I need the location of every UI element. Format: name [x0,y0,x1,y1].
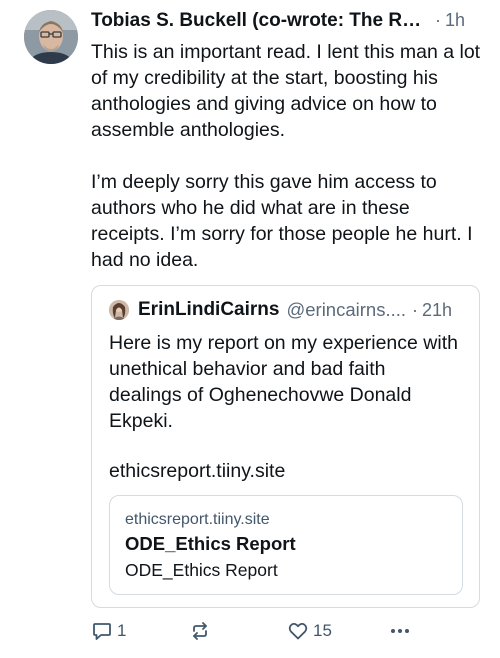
like-count: 15 [313,621,332,640]
more-options-button[interactable] [388,620,412,642]
repost-icon [193,622,207,640]
quoted-author-handle[interactable]: @erincairns.... [286,299,406,321]
more-icon [391,629,409,633]
link-domain: ethicsreport.tiiny.site [125,511,270,528]
quoted-author-avatar[interactable] [109,300,129,320]
link-title: ODE_Ethics Report [125,533,296,554]
quoted-post-header: ErinLindiCairns @erincairns.... · 21h [109,296,463,324]
quoted-post[interactable]: ErinLindiCairns @erincairns.... · 21h He… [91,285,480,608]
reply-button[interactable]: 1 [91,620,126,642]
like-button[interactable]: 15 [287,620,332,642]
post-paragraph: I’m deeply sorry this gave him access to… [91,171,473,271]
author-avatar[interactable] [24,10,78,64]
quoted-post-body: Here is my report on my experience with … [109,330,463,484]
reply-icon [93,623,111,640]
quoted-post-time: 21h [422,299,453,320]
repost-button[interactable] [189,620,215,642]
post[interactable]: Tobias S. Buckell (co-wrote: The Ru... ·… [91,10,482,273]
post-time[interactable]: 1h [445,10,465,31]
link-preview-card[interactable]: ethicsreport.tiiny.site ODE_Ethics Repor… [109,495,463,595]
quoted-paragraph: Here is my report on my experience with … [109,332,458,432]
post-header: Tobias S. Buckell (co-wrote: The Ru... ·… [91,10,482,38]
separator-dot: · [435,10,441,30]
quoted-link-text[interactable]: ethicsreport.tiiny.site [109,458,463,484]
reply-count: 1 [117,621,127,640]
post-actions: 1 15 [91,620,421,648]
quoted-author-name[interactable]: ErinLindiCairns [138,299,279,321]
author-name[interactable]: Tobias S. Buckell (co-wrote: The Ru... [91,10,427,32]
post-body: This is an important read. I lent this m… [91,39,482,273]
post-paragraph: This is an important read. I lent this m… [91,41,481,141]
separator-dot: · [412,299,419,320]
link-description: ODE_Ethics Report [125,560,278,580]
heart-icon [288,622,308,640]
